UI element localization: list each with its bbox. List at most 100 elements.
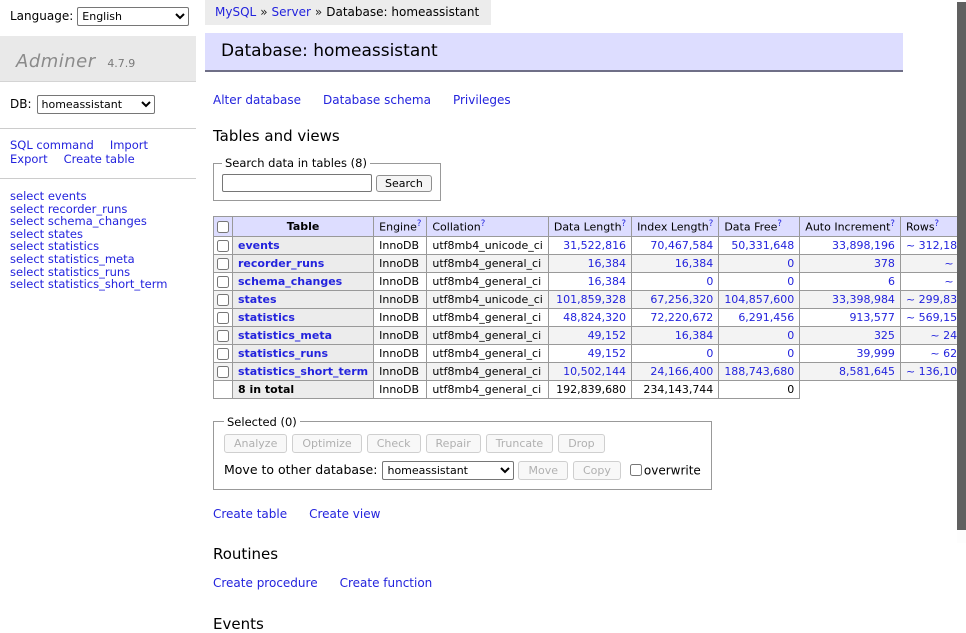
search-button[interactable]: Search [376,175,432,192]
column-help-link[interactable]: ? [709,219,714,229]
data-free-cell: 188,743,680 [719,362,800,380]
data-free-cell-link[interactable]: 0 [787,257,794,270]
move-database-select[interactable]: homeassistant [382,461,514,480]
privileges-link[interactable]: Privileges [453,93,511,107]
optimize-button[interactable]: Optimize [292,434,361,453]
scrollbar-thumb[interactable] [957,2,966,530]
search-input[interactable] [222,174,372,192]
auto-increment-cell-link[interactable]: 913,577 [849,311,895,324]
data-length-cell: 16,384 [548,272,631,290]
alter-database-link[interactable]: Alter database [213,93,301,107]
index-length-cell-link[interactable]: 70,467,584 [650,239,713,252]
table-name-link[interactable]: statistics_runs [238,347,328,360]
sidebar-link-export[interactable]: Export [10,152,48,166]
table-name-link[interactable]: statistics_short_term [238,365,368,378]
row-checkbox[interactable] [217,348,229,360]
rows-cell-link[interactable]: ~ 136,108 [906,365,964,378]
database-schema-link[interactable]: Database schema [323,93,431,107]
auto-increment-cell: 33,398,984 [800,290,901,308]
sidebar-table-list: select events select recorder_runs selec… [0,190,196,291]
create-view-link[interactable]: Create view [309,507,380,521]
auto-increment-cell-link[interactable]: 33,898,196 [832,239,895,252]
sidebar-link-create-table[interactable]: Create table [64,152,135,166]
move-button[interactable]: Move [518,461,568,480]
copy-button[interactable]: Copy [573,461,621,480]
row-checkbox[interactable] [217,366,229,378]
row-checkbox[interactable] [217,258,229,270]
index-length-cell-link[interactable]: 16,384 [675,329,714,342]
data-length-cell-link[interactable]: 10,502,144 [563,365,626,378]
data-free-cell-link[interactable]: 0 [787,275,794,288]
index-length-cell-link[interactable]: 67,256,320 [650,293,713,306]
sidebar-link-sql-command[interactable]: SQL command [10,138,94,152]
sidebar-link-import[interactable]: Import [110,138,148,152]
create-table-link[interactable]: Create table [213,507,287,521]
auto-increment-cell-link[interactable]: 39,999 [856,347,895,360]
rows-cell-link[interactable]: ~ 569,159 [906,311,964,324]
column-help-link[interactable]: ? [890,219,895,229]
column-help-link[interactable]: ? [481,219,486,229]
rows-cell-link[interactable]: ~ 312,180 [906,239,964,252]
table-name-link[interactable]: statistics_meta [238,329,332,342]
row-checkbox[interactable] [217,294,229,306]
data-free-cell-link[interactable]: 188,743,680 [724,365,794,378]
index-length-cell-link[interactable]: 72,220,672 [650,311,713,324]
drop-button[interactable]: Drop [558,434,604,453]
db-select[interactable]: homeassistant [37,95,155,114]
table-name-link[interactable]: events [238,239,280,252]
column-help-link[interactable]: ? [777,219,782,229]
data-free-cell-link[interactable]: 0 [787,347,794,360]
repair-button[interactable]: Repair [426,434,481,453]
column-header-label: Data Length [554,221,622,234]
column-help-link[interactable]: ? [417,219,422,229]
data-free-cell-link[interactable]: 6,291,456 [738,311,794,324]
data-length-cell-link[interactable]: 48,824,320 [563,311,626,324]
auto-increment-cell-link[interactable]: 378 [874,257,895,270]
row-checkbox[interactable] [217,240,229,252]
breadcrumb-server-link[interactable]: Server [272,5,311,19]
table-name-link[interactable]: statistics [238,311,295,324]
data-length-cell-link[interactable]: 49,152 [588,329,627,342]
auto-increment-cell-link[interactable]: 325 [874,329,895,342]
auto-increment-cell-link[interactable]: 33,398,984 [832,293,895,306]
row-checkbox[interactable] [217,330,229,342]
index-length-cell-link[interactable]: 16,384 [675,257,714,270]
data-length-cell-link[interactable]: 101,859,328 [556,293,626,306]
truncate-button[interactable]: Truncate [486,434,553,453]
table-name-link[interactable]: recorder_runs [238,257,324,270]
data-length-cell-link[interactable]: 31,522,816 [563,239,626,252]
table-name-link[interactable]: schema_changes [238,275,342,288]
select-all-checkbox[interactable] [217,221,229,233]
create-function-link[interactable]: Create function [340,576,433,590]
auto-increment-cell-link[interactable]: 8,581,645 [839,365,895,378]
create-procedure-link[interactable]: Create procedure [213,576,318,590]
index-length-cell-link[interactable]: 0 [706,275,713,288]
data-free-cell-link[interactable]: 50,331,648 [731,239,794,252]
check-button[interactable]: Check [367,434,421,453]
analyze-button[interactable]: Analyze [224,434,287,453]
table-select-link-statistics-short-term[interactable]: select statistics_short_term [10,277,167,291]
sidebar-actions: SQL command Import Export Create table [0,129,196,179]
data-free-cell-link[interactable]: 104,857,600 [724,293,794,306]
breadcrumb-current: Database: homeassistant [326,5,479,19]
rows-cell-link[interactable]: ~ 299,833 [906,293,964,306]
data-length-cell-link[interactable]: 16,384 [588,257,627,270]
index-length-cell-link[interactable]: 0 [706,347,713,360]
index-length-cell-link[interactable]: 24,166,400 [650,365,713,378]
language-select[interactable]: English [77,7,189,26]
row-checkbox[interactable] [217,276,229,288]
table-operation-buttons: Analyze Optimize Check Repair Truncate Drop [224,434,701,453]
vertical-scrollbar[interactable] [957,0,966,543]
auto-increment-cell-link[interactable]: 6 [888,275,895,288]
language-row: Language:English [0,0,196,26]
data-free-cell-link[interactable]: 0 [787,329,794,342]
table-name-link[interactable]: states [238,293,277,306]
data-length-cell-link[interactable]: 49,152 [588,347,627,360]
adminer-brand[interactable]: Adminer [16,51,96,72]
breadcrumb-mysql-link[interactable]: MySQL [215,5,256,19]
data-length-cell-link[interactable]: 16,384 [588,275,627,288]
column-help-link[interactable]: ? [622,219,627,229]
row-checkbox[interactable] [217,312,229,324]
column-help-link[interactable]: ? [935,219,940,229]
overwrite-checkbox[interactable] [630,464,642,476]
